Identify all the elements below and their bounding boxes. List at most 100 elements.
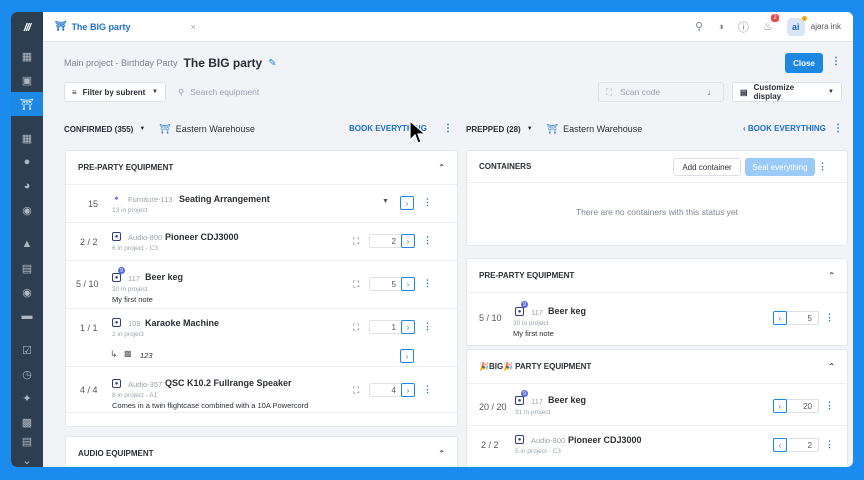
move-right-button[interactable]: › xyxy=(401,234,415,248)
chat-icon[interactable]: ▤ xyxy=(11,429,43,453)
filter-by-subrent-dropdown[interactable]: ≡ Filter by subrent ▼ xyxy=(64,82,166,102)
table-row[interactable]: 4 / 4 ● Audio-357 QSC K10.2 Fullrange Sp… xyxy=(66,367,457,413)
table-row[interactable]: 15 ♣ Furniture-113 Seating Arrangement 1… xyxy=(66,185,457,223)
move-right-button[interactable]: › xyxy=(401,277,415,291)
item-code: Furniture-113 xyxy=(128,195,173,204)
quantity-stepper[interactable]: 1 › xyxy=(369,320,415,334)
truck-icon[interactable]: ▬ xyxy=(11,304,43,328)
move-right-button[interactable]: › xyxy=(401,320,415,334)
warehouse-selector[interactable]: ⛩ Eastern Warehouse xyxy=(547,124,643,135)
item-code: 117 xyxy=(128,274,140,283)
people-icon[interactable]: ◉ xyxy=(11,280,43,304)
stepper-value: 2 xyxy=(807,440,812,450)
item-code: Audio-800 xyxy=(128,233,163,242)
caret-down-icon[interactable]: ▼ xyxy=(139,126,145,132)
chevron-down-icon[interactable]: ▼ xyxy=(382,198,389,205)
row-options-icon[interactable]: ⋮ xyxy=(825,312,834,323)
containers-options-icon[interactable]: ⋮ xyxy=(818,161,827,172)
add-container-button[interactable]: Add container xyxy=(673,158,741,176)
search-icon[interactable]: ⚲ xyxy=(695,20,703,33)
dashboard-icon[interactable]: ▦ xyxy=(11,44,43,68)
quantity: 5 / 10 xyxy=(76,279,99,289)
page-title: The BIG party xyxy=(183,56,263,70)
right-options-icon[interactable]: ⋮ xyxy=(833,124,843,134)
move-left-button[interactable]: ‹ xyxy=(773,311,787,325)
move-right-button[interactable]: › xyxy=(400,349,414,363)
move-left-button[interactable]: ‹ xyxy=(773,438,787,452)
move-right-button[interactable]: › xyxy=(401,383,415,397)
chart-icon[interactable]: ◕ xyxy=(11,174,43,198)
confirmed-status-dropdown[interactable]: CONFIRMED (355) xyxy=(64,125,133,134)
customize-display-dropdown[interactable]: ▤ Customize display ▼ xyxy=(732,82,842,102)
table-icon[interactable]: ▦ xyxy=(11,126,43,150)
quantity-stepper[interactable]: 2 › xyxy=(369,234,415,248)
warehouse-tab-icon: ⛩ xyxy=(55,21,67,31)
chevron-up-icon[interactable]: ⌃ xyxy=(438,163,445,172)
warehouse-label: Eastern Warehouse xyxy=(175,124,255,134)
table-row[interactable]: 2 / 2 ● Audio-800 Pioneer CDJ3000 5 in p… xyxy=(467,426,847,466)
calendar-icon[interactable]: ▣ xyxy=(11,68,43,92)
row-options-icon[interactable]: ⋮ xyxy=(423,384,432,395)
serial-row[interactable]: ↳ ▩ 123 › xyxy=(66,345,457,367)
warehouse-icon[interactable]: ⛩ xyxy=(11,92,43,116)
money-icon[interactable]: ◉ xyxy=(11,198,43,222)
check-icon[interactable]: ☑ xyxy=(11,338,43,362)
quantity-stepper[interactable]: ‹ 2 xyxy=(773,438,819,452)
quantity-stepper[interactable]: ‹ 5 xyxy=(773,311,819,325)
move-right-button[interactable]: › xyxy=(400,196,414,210)
fullscreen-icon[interactable]: ⛶ xyxy=(353,279,359,290)
speaker-icon[interactable]: ♩ xyxy=(708,87,717,97)
breadcrumb[interactable]: Main project - Birthday Party xyxy=(64,58,178,68)
main-content: Main project - Birthday Party The BIG pa… xyxy=(43,42,853,467)
row-options-icon[interactable]: ⋮ xyxy=(423,197,432,208)
fullscreen-icon[interactable]: ⛶ xyxy=(353,236,359,247)
fullscreen-icon[interactable]: ⛶ xyxy=(353,385,359,396)
warehouse-selector[interactable]: ⛩ Eastern Warehouse xyxy=(159,124,255,135)
row-options-icon[interactable]: ⋮ xyxy=(423,235,432,246)
row-options-icon[interactable]: ⋮ xyxy=(423,278,432,289)
prepped-status-dropdown[interactable]: PREPPED (28) xyxy=(466,125,521,134)
warehouse-icon: ⛩ xyxy=(546,123,559,134)
close-tab-icon[interactable]: × xyxy=(190,22,195,32)
quantity-stepper[interactable]: 4 › xyxy=(369,383,415,397)
scan-code-input[interactable]: ⛶ Scan code ♩ xyxy=(598,82,724,102)
shapes-icon[interactable]: ▲ xyxy=(11,232,43,256)
clock-icon[interactable]: ◷ xyxy=(11,362,43,386)
row-options-icon[interactable]: ⋮ xyxy=(825,400,834,411)
moon-icon[interactable]: ◑ xyxy=(717,21,724,33)
move-left-button[interactable]: ‹ xyxy=(773,399,787,413)
app-logo[interactable]: /// xyxy=(11,12,43,44)
edit-icon[interactable]: ✎ xyxy=(268,58,276,69)
chevron-up-icon[interactable]: ⌃ xyxy=(828,271,835,280)
chevron-up-icon[interactable]: ⌃ xyxy=(828,362,835,371)
scan-placeholder: Scan code xyxy=(619,87,661,97)
table-row[interactable]: 20 / 20 ● 9 117 Beer keg 31 in project ‹… xyxy=(467,384,847,426)
table-row[interactable]: 5 / 10 ● 9 117 Beer keg 30 in project My… xyxy=(66,261,457,309)
left-options-icon[interactable]: ⋮ xyxy=(443,124,453,134)
fullscreen-icon[interactable]: ⛶ xyxy=(353,322,359,333)
caret-down-icon[interactable]: ▼ xyxy=(527,126,533,132)
avatar[interactable]: ai xyxy=(786,15,807,36)
row-options-icon[interactable]: ⋮ xyxy=(825,439,834,450)
more-options-icon[interactable]: ⋮ xyxy=(831,57,841,67)
table-row[interactable]: 5 / 10 ● 9 117 Beer keg 30 in project My… xyxy=(467,293,847,343)
help-icon[interactable]: ⓘ xyxy=(738,19,749,35)
table-row[interactable]: 2 / 2 ● Audio-800 Pioneer CDJ3000 6 in p… xyxy=(66,223,457,261)
row-options-icon[interactable]: ⋮ xyxy=(423,321,432,332)
id-card-icon[interactable]: ▤ xyxy=(11,256,43,280)
seal-everything-button[interactable]: Seal everything xyxy=(745,158,815,176)
quantity-stepper[interactable]: 5 › xyxy=(369,277,415,291)
bell-icon[interactable]: ♨ 2 xyxy=(763,14,779,33)
expand-icon[interactable]: ⌄ xyxy=(11,453,43,467)
user-name[interactable]: ajara ink xyxy=(811,22,841,31)
search-input[interactable]: ⚲ Search equipment xyxy=(172,82,265,102)
book-everything-back-button[interactable]: ‹ BOOK EVERYTHING xyxy=(743,124,826,133)
wrench-icon[interactable]: ✦ xyxy=(11,386,43,410)
project-tab[interactable]: ⛩ The BIG party xyxy=(55,21,130,32)
contacts-icon[interactable]: ● xyxy=(11,150,43,174)
table-row[interactable]: 1 / 1 ● 109 Karaoke Machine 2 in project… xyxy=(66,309,457,345)
quantity-stepper[interactable]: ‹ 20 xyxy=(773,399,819,413)
chevron-up-icon[interactable]: ⌃ xyxy=(438,449,445,458)
close-button[interactable]: Close xyxy=(785,53,823,73)
top-bar: ⛩ The BIG party × ⚲ ◑ ⓘ ♨ 2 ai ajara ink xyxy=(43,12,853,42)
